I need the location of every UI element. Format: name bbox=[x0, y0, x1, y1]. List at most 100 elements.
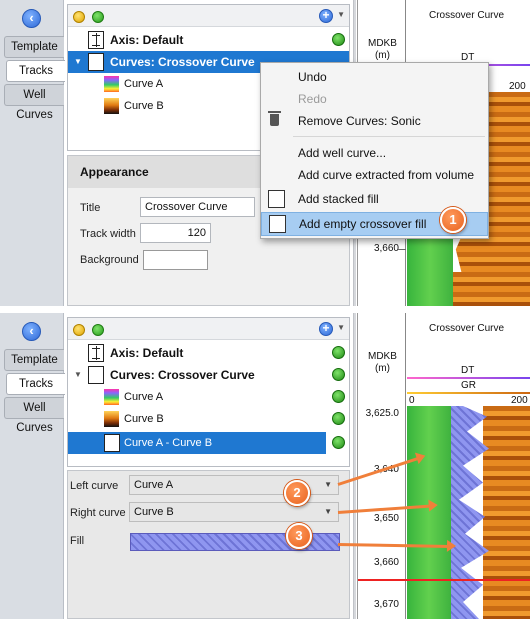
depth-label: 3,660 bbox=[373, 557, 399, 568]
menu-item-redo: Redo bbox=[261, 88, 488, 110]
depth-label: 3,625.0 bbox=[365, 408, 399, 419]
scale-max-label: 200 bbox=[511, 395, 528, 406]
menu-item-undo[interactable]: Undo bbox=[261, 66, 488, 88]
crossover-fill-icon bbox=[104, 434, 120, 452]
tree-item-curve-a[interactable]: Curve A bbox=[68, 386, 349, 408]
colormap-swatch-icon bbox=[104, 76, 119, 92]
depth-header: MDKB (m) bbox=[368, 38, 397, 61]
tab-well-curves[interactable]: Well Curves bbox=[4, 84, 64, 121]
visibility-toggle-icon[interactable] bbox=[332, 390, 345, 403]
right-curve-label: Right curve bbox=[70, 507, 126, 519]
menu-item-label: Add curve extracted from volume bbox=[298, 168, 475, 182]
depth-tick bbox=[398, 249, 406, 250]
tree-item-label: Axis: Default bbox=[110, 33, 184, 47]
add-icon[interactable]: + bbox=[319, 9, 333, 23]
green-status-icon bbox=[92, 11, 104, 23]
tree-item-label: Curves: Crossover Curve bbox=[110, 368, 255, 382]
left-tab-strip: ‹ Template Tracks Well Curves bbox=[0, 0, 65, 306]
menu-item-label: Add well curve... bbox=[298, 146, 387, 160]
colormap-swatch-icon bbox=[104, 98, 119, 114]
panel-separator bbox=[0, 306, 530, 313]
back-arrow-icon[interactable]: ‹ bbox=[22, 322, 41, 341]
tree-toolbar: + ▼ bbox=[68, 318, 349, 340]
axis-icon bbox=[88, 344, 104, 362]
tree-item-label: Axis: Default bbox=[110, 346, 184, 360]
curve-label-gr: GR bbox=[461, 380, 476, 391]
depth-label: 3,670 bbox=[373, 599, 399, 610]
expand-arrow-icon[interactable]: ▼ bbox=[74, 51, 82, 73]
left-curve-label: Left curve bbox=[70, 480, 119, 492]
title-label: Title bbox=[80, 202, 101, 214]
visibility-toggle-icon[interactable] bbox=[332, 346, 345, 359]
colormap-swatch-icon bbox=[104, 389, 119, 405]
axis-icon bbox=[88, 31, 104, 49]
tree-toolbar: + ▼ bbox=[68, 5, 349, 27]
add-icon[interactable]: + bbox=[319, 322, 333, 336]
tab-tracks[interactable]: Tracks bbox=[6, 373, 65, 395]
tree-item-label: Curve B bbox=[124, 413, 164, 425]
tab-template[interactable]: Template bbox=[4, 349, 64, 371]
curve-b-fill bbox=[483, 406, 530, 619]
track-tree: + ▼ Axis: Default ▼ Curves: Crossover Cu… bbox=[67, 317, 350, 467]
curve-scale-line bbox=[407, 377, 530, 379]
tree-item-label: Curve A - Curve B bbox=[124, 437, 213, 449]
depth-header: MDKB (m) bbox=[368, 351, 397, 374]
menu-item-label: Add empty crossover fill bbox=[299, 217, 427, 231]
menu-item-label: Remove Curves: Sonic bbox=[298, 114, 421, 128]
tab-template[interactable]: Template bbox=[4, 36, 64, 58]
yellow-status-icon bbox=[73, 324, 85, 336]
splitter[interactable] bbox=[353, 313, 356, 619]
tree-item-axis[interactable]: Axis: Default bbox=[68, 342, 349, 364]
menu-item-remove[interactable]: Remove Curves: Sonic bbox=[261, 110, 488, 132]
depth-label: 3,650 bbox=[373, 513, 399, 524]
curve-a-fill bbox=[407, 406, 451, 619]
background-color-picker[interactable] bbox=[143, 250, 208, 270]
tree-item-curve-b[interactable]: Curve B bbox=[68, 408, 349, 430]
tab-tracks[interactable]: Tracks bbox=[6, 60, 65, 82]
screenshot-panel-2: ‹ Template Tracks Well Curves + ▼ Axis: … bbox=[0, 313, 530, 619]
title-input[interactable]: Crossover Curve bbox=[140, 197, 255, 217]
back-arrow-icon[interactable]: ‹ bbox=[22, 9, 41, 28]
well-plot: MDKB (m) 3,625.0 3,640 3,650 3,660 3,670… bbox=[357, 313, 530, 619]
track-title: Crossover Curve bbox=[429, 323, 505, 334]
visibility-toggle-icon[interactable] bbox=[332, 412, 345, 425]
chevron-down-icon[interactable]: ▼ bbox=[337, 10, 345, 19]
chevron-down-icon[interactable]: ▼ bbox=[337, 323, 345, 332]
expand-arrow-icon[interactable]: ▼ bbox=[74, 364, 82, 386]
callout-badge-2: 2 bbox=[284, 480, 310, 506]
tree-item-label: Curves: Crossover Curve bbox=[110, 55, 255, 69]
callout-badge-3: 3 bbox=[286, 523, 312, 549]
visibility-toggle-icon[interactable] bbox=[332, 33, 345, 46]
tree-item-curves[interactable]: ▼ Curves: Crossover Curve bbox=[68, 364, 349, 386]
scale-min-label: 0 bbox=[409, 395, 415, 406]
visibility-toggle-icon[interactable] bbox=[332, 368, 345, 381]
callout-badge-1: 1 bbox=[440, 207, 466, 233]
menu-item-add-extracted-curve[interactable]: Add curve extracted from volume bbox=[261, 164, 488, 186]
tree-item-crossover-fill[interactable]: Curve A - Curve B bbox=[68, 432, 326, 454]
depth-marker-line bbox=[358, 579, 530, 581]
crossover-track: Crossover Curve DT GR 0 200 bbox=[407, 313, 530, 619]
colormap-swatch-icon bbox=[104, 411, 119, 427]
curve-fill-area bbox=[407, 406, 530, 619]
scale-max-label: 200 bbox=[509, 81, 526, 92]
visibility-toggle-icon[interactable] bbox=[332, 436, 345, 449]
crossover-track-icon bbox=[88, 53, 104, 71]
menu-separator bbox=[293, 136, 485, 137]
chevron-down-icon: ▼ bbox=[324, 507, 332, 516]
curve-label-dt: DT bbox=[461, 365, 475, 376]
background-label: Background bbox=[80, 254, 139, 266]
track-width-input[interactable]: 120 bbox=[140, 223, 211, 243]
chevron-down-icon: ▼ bbox=[324, 480, 332, 489]
crossover-track-icon bbox=[88, 366, 104, 384]
right-curve-select[interactable]: Curve B ▼ bbox=[129, 502, 339, 522]
menu-item-label: Add stacked fill bbox=[298, 192, 379, 206]
trash-icon bbox=[268, 111, 281, 126]
track-width-label: Track width bbox=[80, 228, 136, 240]
screenshot-panel-1: ‹ Template Tracks Well Curves + ▼ Axis: … bbox=[0, 0, 530, 306]
menu-item-add-well-curve[interactable]: Add well curve... bbox=[261, 142, 488, 164]
left-tab-strip: ‹ Template Tracks Well Curves bbox=[0, 313, 65, 619]
tab-well-curves[interactable]: Well Curves bbox=[4, 397, 64, 434]
tree-item-axis[interactable]: Axis: Default bbox=[68, 29, 349, 51]
tree-item-label: Curve B bbox=[124, 100, 164, 112]
track-title: Crossover Curve bbox=[429, 10, 505, 21]
